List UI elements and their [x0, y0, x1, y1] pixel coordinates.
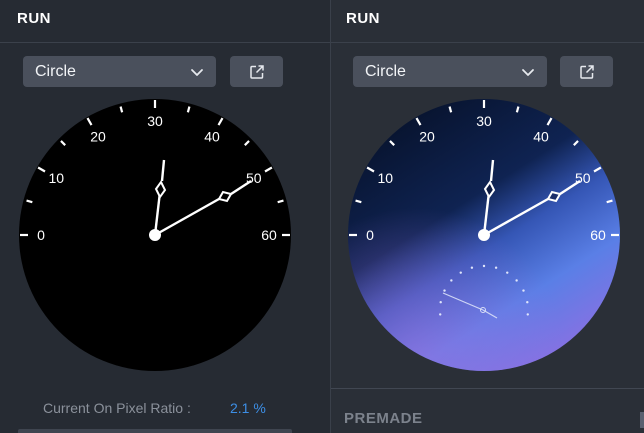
- dial-label: 60: [261, 227, 277, 243]
- dial-tick: [448, 106, 453, 113]
- pixel-ratio-label: Current On Pixel Ratio :: [43, 400, 191, 416]
- scroll-indicator[interactable]: [18, 429, 292, 433]
- pixel-ratio-value: 2.1 %: [230, 400, 266, 416]
- section-divider: [331, 388, 644, 389]
- dial-tick: [186, 106, 191, 113]
- external-link-icon: [579, 64, 594, 79]
- dial-label: 40: [533, 128, 549, 144]
- panel-title: RUN: [346, 10, 380, 27]
- dial-label: 60: [590, 227, 606, 243]
- sub-dial-dot: [506, 271, 509, 274]
- sub-dial-dot: [522, 289, 525, 292]
- header-divider: [331, 42, 644, 43]
- shape-select-value: Circle: [365, 62, 406, 80]
- right-panel: RUN Circle 0 10 20 30 40 50 60 PREMADE: [331, 0, 644, 433]
- external-link-icon: [249, 64, 264, 79]
- dial-label: 40: [204, 128, 220, 144]
- dial-label: 30: [476, 113, 492, 129]
- chevron-down-icon: [522, 68, 534, 76]
- sub-dial-dot: [450, 279, 453, 282]
- sub-dial-dot: [515, 279, 518, 282]
- sub-dial-dot: [494, 266, 498, 269]
- dial-label: 20: [90, 128, 106, 144]
- watch-face-preview: 0102030405060: [348, 99, 620, 371]
- shape-select-value: Circle: [35, 62, 76, 80]
- header-divider: [0, 42, 330, 43]
- dial-tick: [515, 106, 520, 113]
- dial-label: 20: [419, 128, 435, 144]
- sub-dial-dot: [443, 289, 446, 292]
- sub-dial-dot: [439, 313, 442, 316]
- dial-label: 30: [147, 113, 163, 129]
- shape-select[interactable]: Circle: [23, 56, 216, 87]
- sub-dial-dot: [439, 300, 442, 304]
- dial-label: 0: [37, 227, 45, 243]
- left-panel: RUN Circle 0 10 20 30 40 50 60 Current On Pixe…: [0, 0, 330, 433]
- dial-tick: [277, 199, 284, 204]
- dial-tick: [606, 199, 613, 204]
- sub-dial-dot: [526, 300, 529, 304]
- scrollbar-thumb[interactable]: [640, 412, 644, 428]
- dial-label: 10: [377, 170, 393, 186]
- sub-dial-dot: [482, 264, 486, 268]
- chevron-down-icon: [191, 68, 203, 76]
- sub-dial-dot: [459, 271, 462, 274]
- open-external-button[interactable]: [560, 56, 613, 87]
- dial-tick: [119, 106, 124, 113]
- dial-tick: [355, 199, 362, 204]
- sub-dial-dot: [526, 313, 529, 316]
- sub-dial-dot: [470, 266, 474, 269]
- dial-label: 10: [48, 170, 64, 186]
- watch-face-preview: 0102030405060: [19, 99, 291, 371]
- section-title: PREMADE: [344, 410, 423, 427]
- dial-label: 0: [366, 227, 374, 243]
- shape-select[interactable]: Circle: [353, 56, 547, 87]
- panel-title: RUN: [17, 10, 51, 27]
- open-external-button[interactable]: [230, 56, 283, 87]
- dial-tick: [26, 199, 33, 204]
